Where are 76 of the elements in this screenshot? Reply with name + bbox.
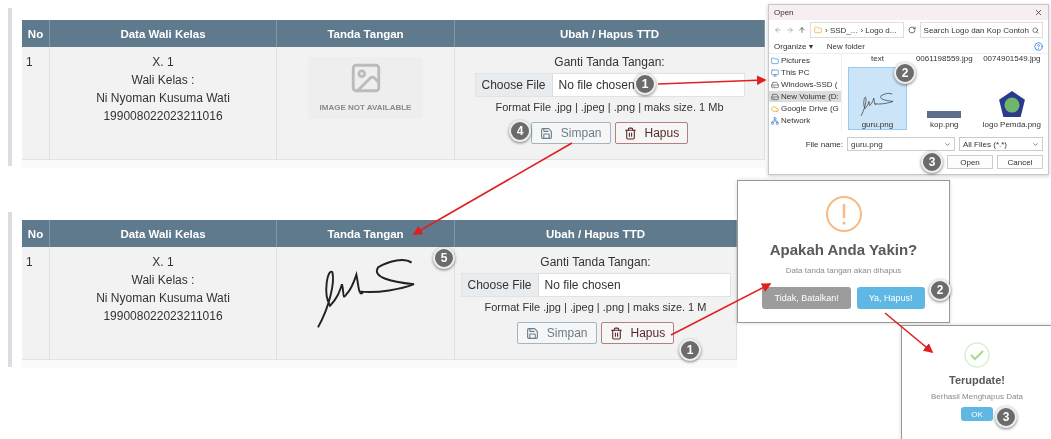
- dialog-title: Apakah Anda Yakin?: [769, 241, 918, 258]
- cancel-button[interactable]: Cancel: [997, 155, 1043, 169]
- row-number: 1: [26, 255, 33, 270]
- file-name-label: File name:: [805, 139, 843, 149]
- column-header: Ubah / Hapus TTD: [455, 220, 737, 247]
- new-folder-button[interactable]: New folder: [826, 42, 865, 51]
- teacher-info-text: Ni Nyoman Kusuma Wati: [96, 291, 230, 306]
- warning-icon: [824, 195, 863, 233]
- open-button[interactable]: Open: [947, 155, 993, 169]
- save-icon: [539, 126, 553, 140]
- format-hint: Format File .jpg | .jpeg | .png | maks size. 1 M: [484, 300, 707, 315]
- dropdown-icon: [1032, 140, 1039, 148]
- column-header: Ubah / Hapus TTD: [455, 20, 765, 47]
- search-field[interactable]: Search Logo dan Kop Contoh: [919, 22, 1043, 38]
- teacher-info-text: X. 1: [152, 255, 174, 270]
- sidebar-item[interactable]: Network: [769, 115, 841, 126]
- teacher-info-text: Wali Kelas :: [131, 73, 195, 88]
- upload-label: Ganti Tanda Tangan:: [554, 55, 665, 70]
- dropdown-icon: [944, 140, 951, 148]
- teacher-info-text: Ni Nyoman Kusuma Wati: [96, 91, 230, 106]
- row-number: 1: [26, 55, 33, 70]
- dialog-message: Berhasil Menghapus Data: [930, 392, 1024, 401]
- help-icon[interactable]: [1034, 42, 1043, 51]
- search-icon: [1032, 26, 1039, 34]
- banner-thumbnail: [927, 111, 962, 118]
- emblem-thumbnail: [997, 90, 1026, 118]
- trash-icon: [623, 126, 637, 140]
- trash-icon: [609, 326, 623, 340]
- file-name-field[interactable]: guru.png: [847, 137, 955, 151]
- teacher-info-text: 199008022023211016: [103, 109, 223, 124]
- format-hint: Format File .jpg | .jpeg | .png | maks size. 1 Mb: [495, 100, 724, 115]
- cloud-icon: [771, 104, 779, 113]
- checkmark-icon: [964, 342, 990, 368]
- delete-button[interactable]: Hapus: [614, 122, 689, 144]
- column-header: Data Wali Kelas: [50, 20, 277, 47]
- refresh-icon[interactable]: [907, 26, 916, 34]
- column-header: Data Wali Kelas: [50, 220, 277, 247]
- monitor-icon: [771, 68, 779, 77]
- up-icon[interactable]: [798, 26, 806, 34]
- dialog-title: Terupdate!: [949, 374, 1005, 386]
- save-button[interactable]: Simpan: [530, 122, 611, 144]
- column-header: No: [22, 20, 50, 47]
- close-icon[interactable]: [1034, 8, 1043, 17]
- sidebar-item[interactable]: New Volume (D:: [769, 91, 841, 102]
- sidebar-item[interactable]: Google Drive (G: [769, 103, 841, 114]
- file-item[interactable]: logo Pemda.png: [981, 67, 1042, 130]
- file-input[interactable]: Choose File No file chosen: [460, 273, 731, 297]
- file-type-dropdown[interactable]: All Files (*.*): [959, 137, 1043, 151]
- folder-icon: [814, 26, 822, 34]
- placeholder-text: IMAGE NOT AVAILABLE: [319, 102, 412, 114]
- upload-label: Ganti Tanda Tangan:: [540, 255, 651, 270]
- save-button[interactable]: Simpan: [516, 322, 597, 344]
- file-name-label: 0074901549.jpg: [982, 54, 1042, 65]
- teacher-info-text: Wali Kelas :: [131, 273, 195, 288]
- folder-icon: [771, 56, 779, 65]
- address-bar[interactable]: › SSD_... › Logo d...: [810, 22, 904, 38]
- teacher-info-text: 199008022023211016: [103, 309, 223, 324]
- drive-icon: [771, 92, 779, 101]
- column-header: No: [22, 220, 50, 247]
- file-name-label: 0061198559.jpg: [914, 54, 974, 65]
- network-icon: [771, 116, 779, 125]
- column-header: Tanda Tangan: [277, 220, 455, 247]
- teacher-info-text: X. 1: [152, 55, 174, 70]
- delete-button[interactable]: Hapus: [600, 322, 675, 344]
- drive-icon: [771, 80, 779, 89]
- sidebar-item[interactable]: Windows-SSD (: [769, 79, 841, 90]
- organize-menu[interactable]: Organize ▾: [774, 42, 813, 51]
- dialog-message: Data tanda tangan akan dihapus: [785, 266, 902, 275]
- annotation-arrow: [884, 312, 934, 353]
- column-header: Tanda Tangan: [277, 20, 455, 47]
- sidebar-item[interactable]: Pictures: [769, 55, 841, 66]
- file-item[interactable]: kop.png: [914, 67, 974, 130]
- sidebar-item[interactable]: This PC: [769, 67, 841, 78]
- file-name-label: text: [869, 54, 885, 65]
- dialog-title: Open: [774, 8, 794, 17]
- save-icon: [525, 326, 539, 340]
